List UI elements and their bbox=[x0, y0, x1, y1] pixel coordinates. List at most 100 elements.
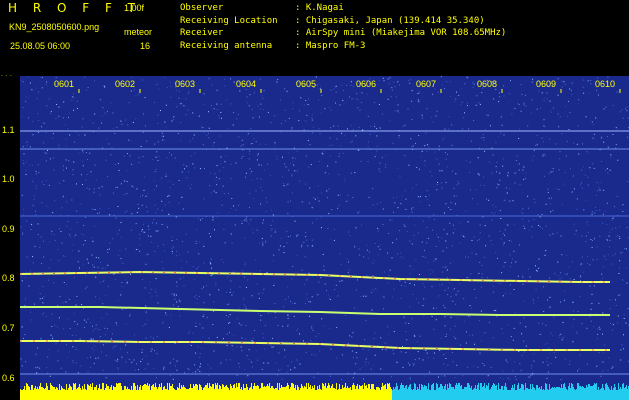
noise-speckle bbox=[623, 318, 625, 319]
noise-speckle bbox=[614, 253, 616, 255]
noise-speckle bbox=[245, 218, 247, 220]
baseline-column bbox=[240, 389, 241, 400]
noise-speckle bbox=[272, 260, 274, 262]
noise-speckle bbox=[144, 97, 146, 99]
noise-speckle bbox=[267, 111, 269, 113]
noise-speckle bbox=[378, 169, 380, 171]
noise-speckle bbox=[501, 272, 503, 274]
noise-speckle bbox=[371, 309, 373, 311]
baseline-column bbox=[212, 384, 213, 400]
baseline-column bbox=[198, 390, 199, 400]
noise-speckle bbox=[308, 301, 310, 303]
noise-speckle bbox=[87, 357, 89, 359]
noise-speckle bbox=[271, 346, 273, 348]
baseline-column bbox=[513, 388, 514, 400]
baseline-column bbox=[116, 383, 117, 400]
noise-speckle bbox=[71, 99, 73, 101]
baseline-column bbox=[532, 384, 533, 400]
noise-speckle bbox=[93, 266, 95, 268]
noise-speckle bbox=[522, 283, 524, 285]
noise-speckle bbox=[587, 184, 589, 186]
noise-speckle bbox=[183, 276, 185, 278]
noise-speckle bbox=[532, 159, 534, 161]
baseline-column bbox=[102, 383, 103, 400]
noise-speckle bbox=[181, 171, 183, 173]
noise-speckle bbox=[374, 126, 376, 128]
baseline-column bbox=[521, 384, 522, 400]
baseline-column bbox=[163, 387, 164, 400]
noise-speckle bbox=[446, 153, 448, 155]
noise-speckle bbox=[491, 219, 493, 221]
noise-speckle bbox=[66, 356, 68, 358]
noise-speckle bbox=[221, 204, 223, 206]
time-label: 0606 bbox=[356, 79, 377, 89]
noise-speckle bbox=[252, 197, 254, 199]
baseline-column bbox=[233, 385, 234, 400]
noise-speckle bbox=[385, 154, 387, 156]
baseline-column bbox=[342, 385, 343, 400]
noise-speckle bbox=[509, 93, 511, 95]
noise-speckle bbox=[521, 93, 523, 95]
noise-speckle bbox=[112, 192, 114, 194]
noise-speckle bbox=[93, 329, 95, 331]
noise-speckle bbox=[353, 307, 355, 309]
baseline-column bbox=[229, 390, 230, 400]
baseline-column bbox=[413, 389, 414, 400]
noise-speckle bbox=[90, 356, 91, 358]
noise-speckle bbox=[203, 286, 204, 288]
noise-speckle bbox=[274, 303, 276, 304]
noise-speckle bbox=[90, 366, 91, 368]
noise-speckle bbox=[477, 366, 479, 368]
noise-speckle bbox=[251, 295, 253, 297]
noise-speckle bbox=[478, 102, 480, 104]
noise-speckle bbox=[405, 198, 407, 200]
noise-speckle bbox=[26, 256, 28, 258]
noise-speckle bbox=[544, 175, 545, 177]
noise-speckle bbox=[591, 303, 593, 305]
noise-speckle bbox=[545, 324, 547, 326]
noise-speckle bbox=[576, 143, 578, 145]
noise-speckle bbox=[41, 263, 43, 264]
baseline-column bbox=[361, 386, 362, 400]
noise-speckle bbox=[492, 291, 494, 293]
baseline-column bbox=[488, 383, 489, 400]
noise-speckle bbox=[244, 219, 246, 221]
noise-speckle bbox=[578, 103, 580, 105]
noise-speckle bbox=[189, 344, 191, 346]
noise-speckle bbox=[495, 142, 497, 144]
noise-speckle bbox=[274, 231, 276, 233]
noise-speckle bbox=[287, 325, 289, 327]
noise-speckle bbox=[379, 162, 381, 164]
noise-speckle bbox=[195, 295, 197, 296]
noise-speckle bbox=[170, 314, 172, 316]
noise-speckle bbox=[587, 232, 589, 233]
noise-speckle bbox=[291, 174, 293, 176]
noise-speckle bbox=[251, 228, 253, 230]
noise-speckle bbox=[32, 256, 33, 258]
noise-speckle bbox=[620, 359, 622, 361]
noise-speckle bbox=[277, 325, 279, 326]
noise-speckle bbox=[284, 163, 285, 165]
noise-speckle bbox=[192, 138, 194, 139]
noise-speckle bbox=[500, 283, 502, 285]
baseline-column bbox=[281, 385, 282, 400]
baseline-column bbox=[615, 387, 616, 400]
baseline-column bbox=[454, 389, 455, 400]
noise-speckle bbox=[412, 207, 414, 209]
noise-speckle bbox=[179, 315, 181, 317]
baseline-column bbox=[210, 386, 211, 400]
noise-speckle bbox=[506, 359, 507, 361]
header-panel: H R O F F T 1.00f KN9_2508050600.png met… bbox=[0, 0, 629, 74]
noise-speckle bbox=[366, 93, 368, 95]
noise-speckle bbox=[255, 350, 257, 352]
noise-speckle bbox=[559, 336, 560, 338]
noise-speckle bbox=[23, 153, 25, 155]
noise-speckle bbox=[183, 285, 185, 287]
noise-speckle bbox=[135, 223, 137, 225]
noise-speckle bbox=[601, 361, 603, 363]
noise-speckle bbox=[177, 132, 179, 134]
noise-speckle bbox=[469, 305, 471, 307]
noise-speckle bbox=[503, 233, 505, 235]
noise-speckle bbox=[256, 359, 258, 361]
noise-speckle bbox=[65, 159, 67, 161]
